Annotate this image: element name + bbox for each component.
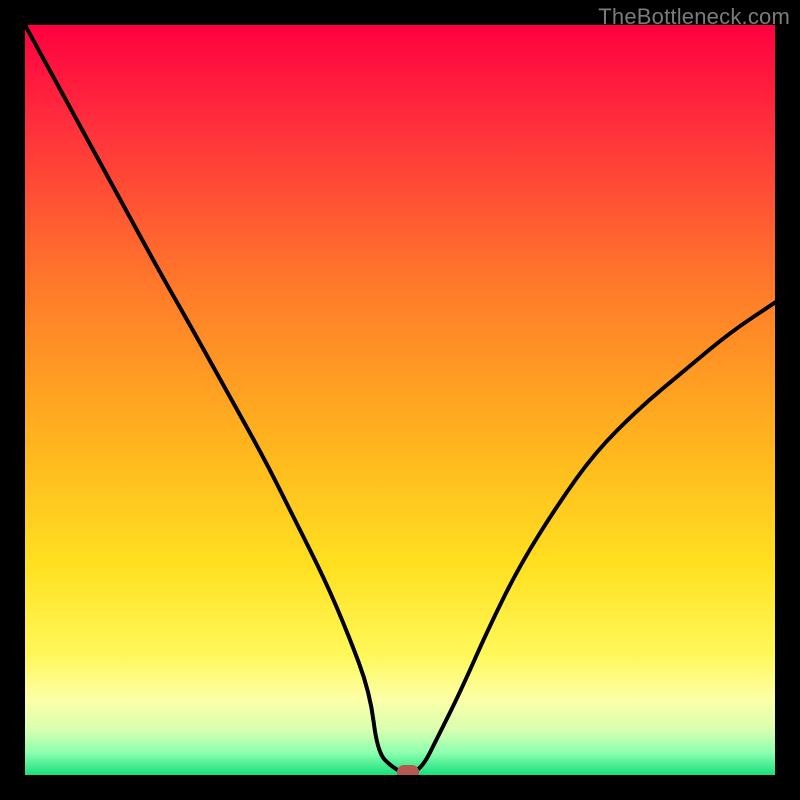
optimum-marker [397, 765, 419, 775]
plot-area [25, 25, 775, 775]
chart-frame: TheBottleneck.com [0, 0, 800, 800]
watermark-text: TheBottleneck.com [598, 4, 790, 30]
bottleneck-curve [25, 25, 775, 775]
